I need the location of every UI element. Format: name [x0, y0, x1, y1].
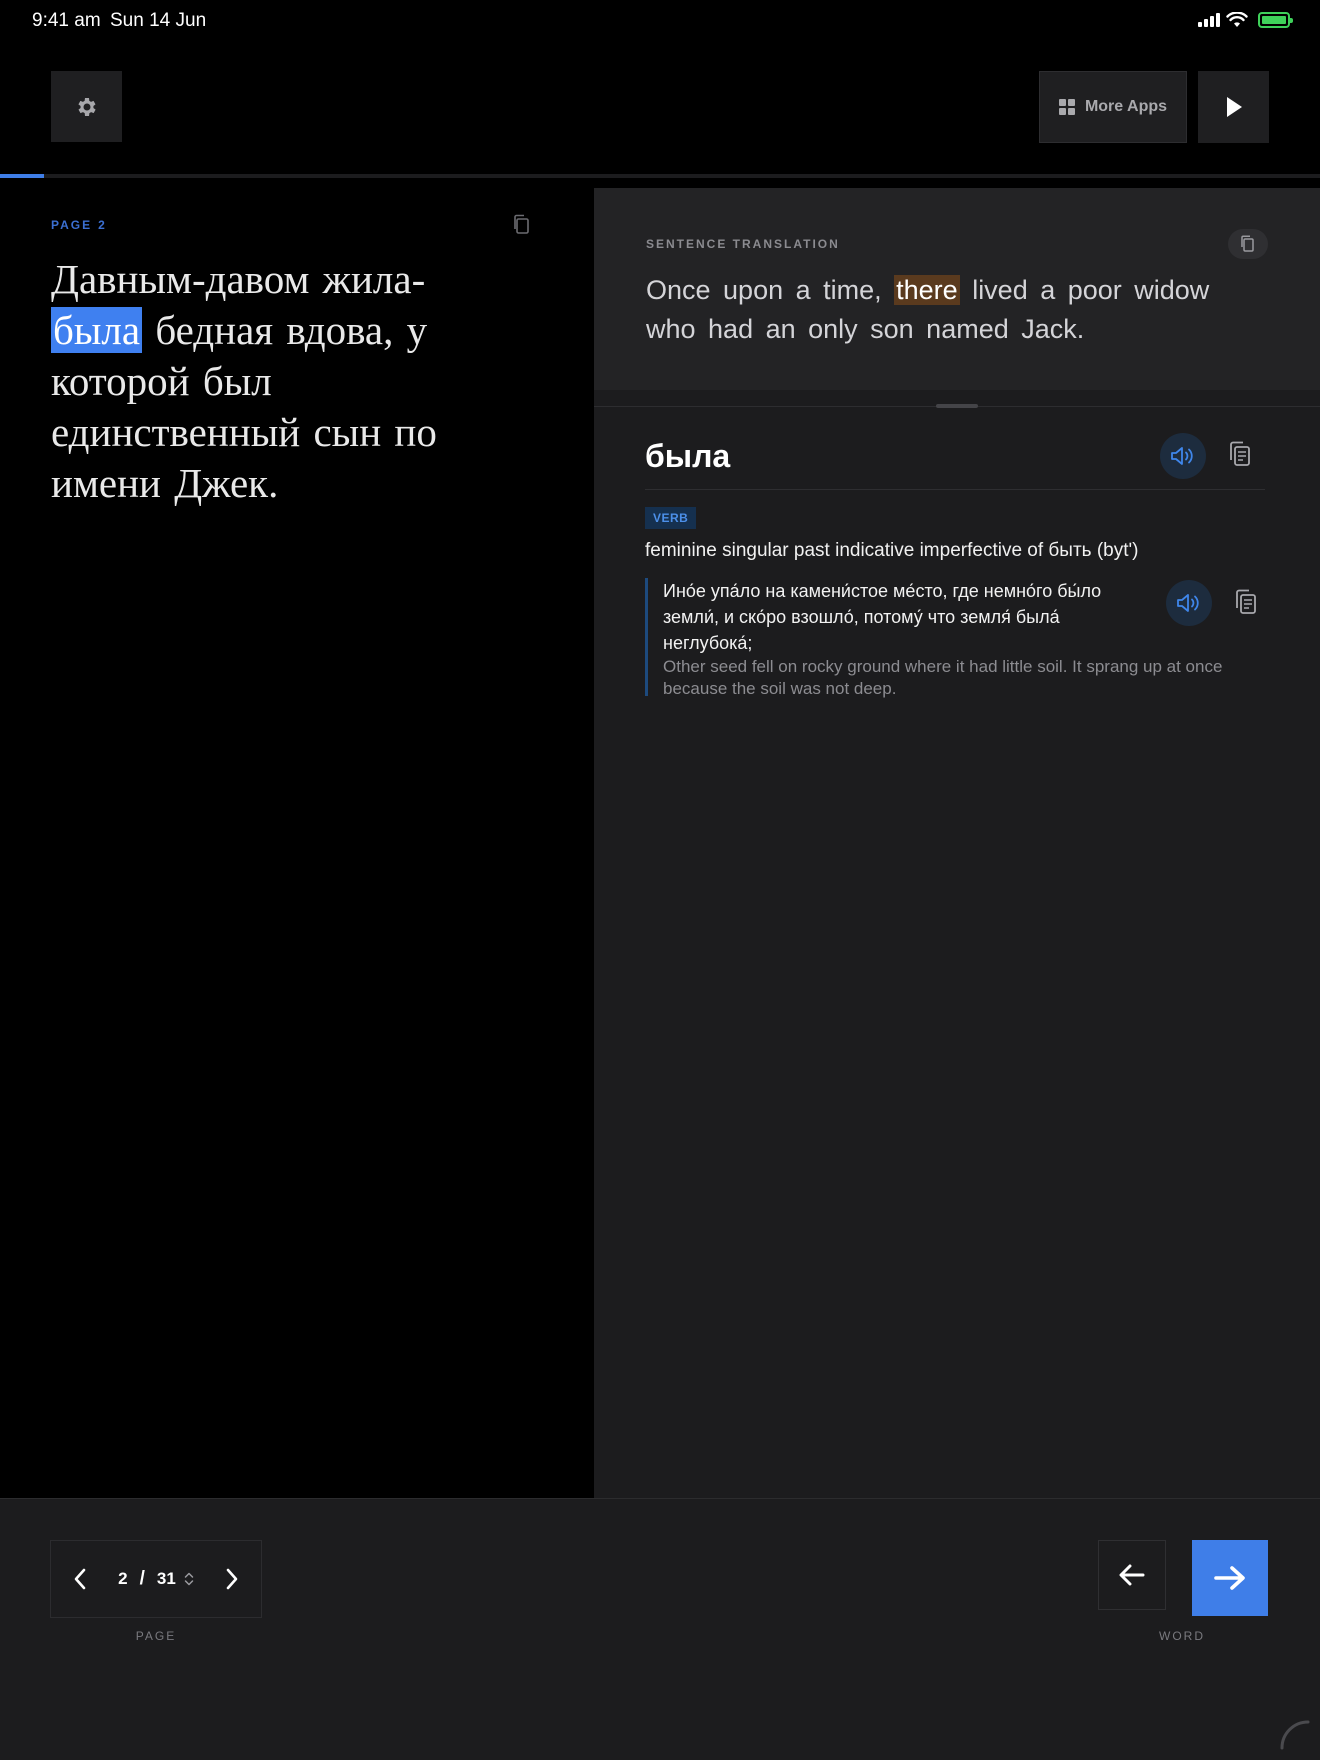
reading-progress-fill: [0, 174, 44, 178]
example-sentence-translation: Other seed fell on rocky ground where it…: [663, 657, 1223, 698]
chevron-up-down-icon: [184, 1572, 194, 1586]
word-nav-label: WORD: [1159, 1629, 1205, 1643]
page-separator: /: [139, 1568, 145, 1589]
more-apps-label: More Apps: [1084, 98, 1168, 115]
corner-gesture-indicator: [1280, 1720, 1310, 1750]
pager-label: PAGE: [135, 1629, 177, 1643]
bottom-navigation-bar: 2 / 31 PAGE WORD: [0, 1498, 1320, 1760]
copy-translation-button[interactable]: [1228, 229, 1268, 259]
definition-text: feminine singular past indicative imperf…: [645, 540, 1139, 561]
total-page-count: 31: [156, 1569, 176, 1588]
gear-icon: [77, 97, 96, 116]
page-selector[interactable]: 2 / 31: [118, 1568, 194, 1590]
copy-icon: [1230, 441, 1250, 466]
source-text-before[interactable]: Давным-давом жила-: [51, 256, 425, 302]
next-page-button[interactable]: [225, 1568, 239, 1590]
previous-word-button[interactable]: [1098, 1540, 1166, 1610]
translation-text-before: Once upon a time,: [646, 275, 895, 305]
example-sentence-original: Ино́е упа́ло на камени́стое ме́сто, где …: [663, 581, 1102, 653]
copy-example-button[interactable]: [1234, 588, 1258, 621]
arrow-left-icon: [1119, 1564, 1145, 1586]
translation-text: Once upon a time, there lived a poor wid…: [646, 271, 1266, 349]
reading-progress-bar: [0, 174, 1320, 178]
play-button[interactable]: [1198, 71, 1269, 143]
status-icons: [1198, 12, 1293, 28]
part-of-speech-badge: VERB: [645, 507, 697, 529]
usage-example: Ино́е упа́ло на камени́стое ме́сто, где …: [645, 578, 1275, 698]
page-indicator-word: PAGE: [51, 218, 93, 232]
battery-charging-icon: [1258, 12, 1293, 28]
source-text-pane: PAGE 2 Давным-давом жила-была бедная вдов…: [0, 188, 593, 1498]
speaker-icon: [1177, 594, 1199, 612]
headword-pronounce-button[interactable]: [1160, 433, 1206, 479]
speaker-icon: [1171, 447, 1193, 465]
current-page-number: 2: [118, 1569, 128, 1588]
sentence-translation-panel: SENTENCE TRANSLATION Once upon a time, t…: [594, 188, 1320, 390]
selected-word[interactable]: была: [51, 307, 143, 353]
copy-icon: [514, 214, 529, 234]
status-date: Sun 14 Jun: [110, 10, 207, 31]
arrow-right-icon: [1214, 1566, 1245, 1590]
chevron-right-icon: [226, 1568, 238, 1590]
example-pronounce-button[interactable]: [1166, 580, 1212, 626]
page-pager: 2 / 31: [50, 1540, 262, 1618]
play-icon: [1226, 97, 1242, 117]
copy-icon: [1241, 235, 1254, 252]
status-bar: 9:41 am Sun 14 Jun: [0, 0, 1320, 44]
copy-page-button[interactable]: [512, 214, 532, 241]
dictionary-headword: была: [645, 438, 731, 474]
translation-highlight: there: [894, 275, 960, 305]
details-pane: SENTENCE TRANSLATION Once upon a time, t…: [594, 188, 1320, 1498]
next-word-button[interactable]: [1192, 1540, 1268, 1616]
copy-headword-button[interactable]: [1228, 440, 1252, 473]
previous-page-button[interactable]: [73, 1568, 87, 1590]
chevron-left-icon: [74, 1568, 86, 1590]
more-apps-button[interactable]: More Apps: [1039, 71, 1187, 143]
copy-icon: [1236, 589, 1256, 614]
resize-grabber[interactable]: [936, 404, 978, 408]
status-time: 9:41 am: [32, 10, 101, 31]
headword-divider: [645, 489, 1265, 490]
translation-label: SENTENCE TRANSLATION: [646, 237, 840, 251]
settings-button[interactable]: [51, 71, 122, 142]
wifi-icon: [1226, 12, 1248, 27]
cellular-signal-icon: [1198, 13, 1220, 27]
grid-icon: [1058, 99, 1075, 115]
page-indicator-number: 2: [98, 218, 107, 232]
source-paragraph[interactable]: Давным-давом жила-была бедная вдова, у к…: [51, 254, 511, 509]
page-indicator: PAGE 2: [51, 218, 113, 232]
